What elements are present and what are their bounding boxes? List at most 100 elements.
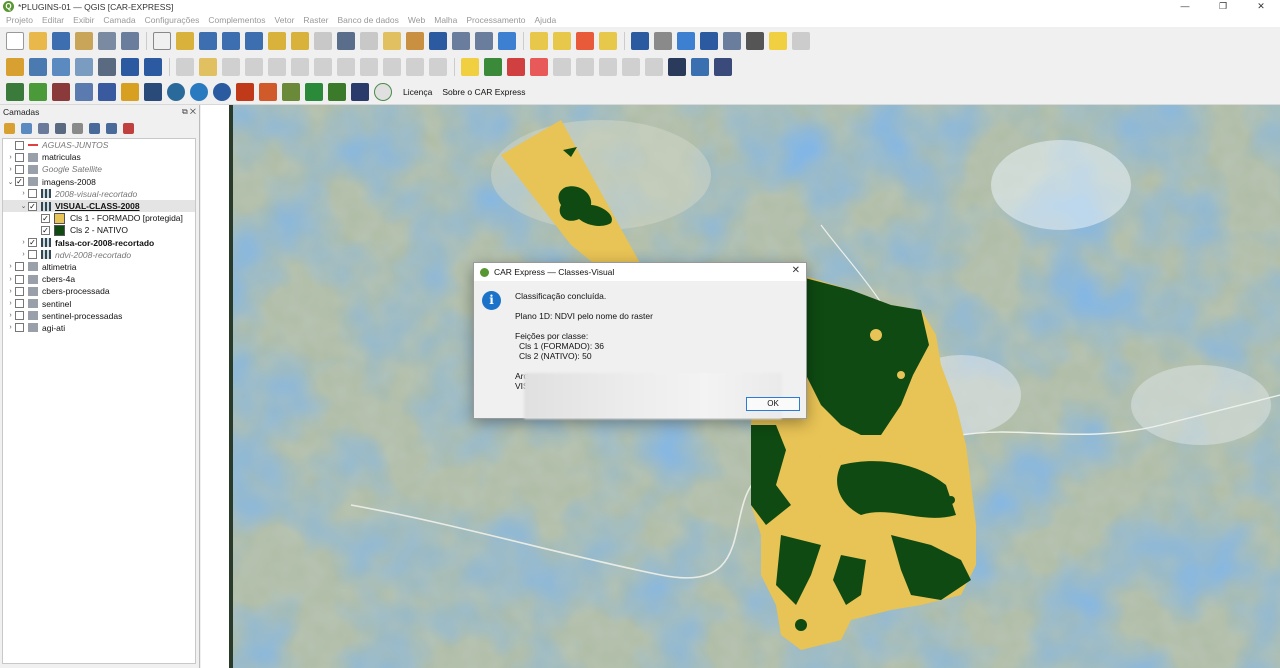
deselect-all-icon[interactable] — [576, 31, 594, 50]
layer-row-falsa-cor-2008[interactable]: › ✓ falsa-cor-2008-recortado — [3, 237, 195, 249]
refresh-icon[interactable] — [498, 31, 516, 50]
remove-layer-icon[interactable] — [123, 122, 134, 134]
undo-icon[interactable] — [406, 57, 424, 76]
menu-vetor[interactable]: Vetor — [275, 15, 295, 25]
add-group-icon[interactable] — [21, 122, 32, 134]
zoom-next-icon[interactable] — [360, 31, 378, 50]
label-tool-icon[interactable] — [461, 57, 479, 76]
menu-processamento[interactable]: Processamento — [466, 15, 525, 25]
menu-configuracoes[interactable]: Configurações — [145, 15, 200, 25]
car-globe-icon[interactable] — [167, 82, 185, 101]
layer-row-2008-visual-recortado[interactable]: › 2008-visual-recortado — [3, 188, 195, 200]
car-circle-icon[interactable] — [374, 82, 392, 101]
expand-arrow[interactable]: › — [6, 300, 15, 307]
vertex-tool-icon[interactable] — [268, 57, 286, 76]
zoom-in-icon[interactable] — [199, 31, 217, 50]
layer-styling-icon[interactable] — [4, 122, 15, 134]
data-source-manager-icon[interactable] — [6, 57, 24, 76]
new-3d-view-icon[interactable] — [406, 31, 424, 50]
car-sun-icon[interactable] — [121, 82, 139, 101]
print-layout-icon[interactable] — [98, 31, 116, 50]
layer-checkbox[interactable] — [15, 299, 24, 309]
layer-row-cbers-processada[interactable]: › cbers-processada — [3, 285, 195, 297]
zoom-layer-icon[interactable] — [291, 31, 309, 50]
pan-to-selection-icon[interactable] — [176, 31, 194, 50]
map-tips-icon[interactable] — [769, 31, 787, 50]
field-calculator-icon[interactable] — [723, 31, 741, 50]
layer-checkbox[interactable]: ✓ — [28, 238, 37, 248]
class-checkbox[interactable]: ✓ — [41, 225, 50, 235]
python-console-icon[interactable] — [691, 57, 709, 76]
ok-button[interactable]: OK — [746, 397, 800, 411]
car-terrain-icon[interactable] — [282, 82, 300, 101]
layer-row-altimetria[interactable]: › altimetria — [3, 261, 195, 273]
zoom-full-icon[interactable] — [245, 31, 263, 50]
layer-checkbox[interactable] — [15, 286, 24, 296]
redo-icon[interactable] — [429, 57, 447, 76]
class-checkbox[interactable]: ✓ — [41, 213, 50, 223]
legend-row-cls1[interactable]: ✓ Cls 1 - FORMADO [protegida] — [3, 212, 195, 224]
current-edits-icon[interactable] — [176, 57, 194, 76]
filter-legend-icon[interactable] — [55, 122, 66, 134]
show-bookmarks-icon[interactable] — [452, 31, 470, 50]
menu-camada[interactable]: Camada — [103, 15, 135, 25]
layer-row-sentinel-processadas[interactable]: › sentinel-processadas — [3, 310, 195, 322]
measure-icon[interactable] — [746, 31, 764, 50]
pan-hand-icon[interactable] — [153, 31, 171, 50]
expand-arrow[interactable]: › — [6, 154, 15, 161]
close-window-button[interactable]: ✕ — [1242, 0, 1280, 13]
menu-complementos[interactable]: Complementos — [208, 15, 265, 25]
save-as-icon[interactable] — [75, 31, 93, 50]
add-vector-layer-icon[interactable] — [52, 57, 70, 76]
expand-arrow[interactable]: › — [6, 166, 15, 173]
add-mesh-layer-icon[interactable] — [98, 57, 116, 76]
text-annotation-icon[interactable] — [792, 31, 810, 50]
expand-arrow[interactable]: › — [6, 276, 15, 283]
move-label-icon[interactable] — [553, 57, 571, 76]
layer-row-visual-class-2008[interactable]: ⌄ ✓ VISUAL-CLASS-2008 — [3, 199, 195, 213]
cut-features-icon[interactable] — [337, 57, 355, 76]
layer-row-cbers-4a[interactable]: › cbers-4a — [3, 273, 195, 285]
layer-row-google-satellite[interactable]: › Google Satellite — [3, 163, 195, 175]
zoom-native-icon[interactable] — [314, 31, 332, 50]
open-project-icon[interactable] — [29, 31, 47, 50]
car-chart-icon[interactable] — [351, 82, 369, 101]
car-gear-icon[interactable] — [75, 82, 93, 101]
paste-features-icon[interactable] — [383, 57, 401, 76]
manage-themes-icon[interactable] — [38, 122, 49, 134]
change-label-icon[interactable] — [599, 57, 617, 76]
layer-row-imagens-2008[interactable]: ⌄ ✓ imagens-2008 — [3, 176, 195, 188]
expand-arrow[interactable]: › — [6, 324, 15, 331]
collapse-all-icon[interactable] — [106, 122, 117, 134]
globe-plugin-icon[interactable] — [668, 57, 686, 76]
layer-checkbox[interactable] — [15, 311, 24, 321]
label-properties-icon[interactable] — [645, 57, 663, 76]
plugin-help-icon[interactable] — [714, 57, 732, 76]
car-satellite-icon[interactable] — [144, 82, 162, 101]
select-by-value-icon[interactable] — [553, 31, 571, 50]
zoom-out-icon[interactable] — [222, 31, 240, 50]
expand-arrow[interactable]: › — [6, 312, 15, 319]
menu-projeto[interactable]: Projeto — [6, 15, 33, 25]
pin-labels-icon[interactable] — [507, 57, 525, 76]
digitize-icon[interactable] — [245, 57, 263, 76]
car-compass-icon[interactable] — [213, 82, 231, 101]
rotate-label-icon[interactable] — [576, 57, 594, 76]
car-forest-icon[interactable] — [328, 82, 346, 101]
add-wfs-layer-icon[interactable] — [144, 57, 162, 76]
layer-row-aguas-juntos[interactable]: AGUAS-JUNTOS — [3, 139, 195, 151]
expand-arrow[interactable]: › — [6, 263, 15, 270]
select-by-location-icon[interactable] — [599, 31, 617, 50]
car-leaf-icon[interactable] — [29, 82, 47, 101]
highlight-labels-icon[interactable] — [530, 57, 548, 76]
about-car-express-link[interactable]: Sobre o CAR Express — [442, 87, 525, 97]
new-geopackage-layer-icon[interactable] — [29, 57, 47, 76]
menu-exibir[interactable]: Exibir — [73, 15, 94, 25]
expand-all-icon[interactable] — [89, 122, 100, 134]
copy-features-icon[interactable] — [360, 57, 378, 76]
car-search-icon[interactable] — [190, 82, 208, 101]
expand-arrow[interactable]: › — [19, 251, 28, 258]
toggle-editing-icon[interactable] — [199, 57, 217, 76]
license-link[interactable]: Licença — [403, 87, 432, 97]
delete-selected-icon[interactable] — [314, 57, 332, 76]
